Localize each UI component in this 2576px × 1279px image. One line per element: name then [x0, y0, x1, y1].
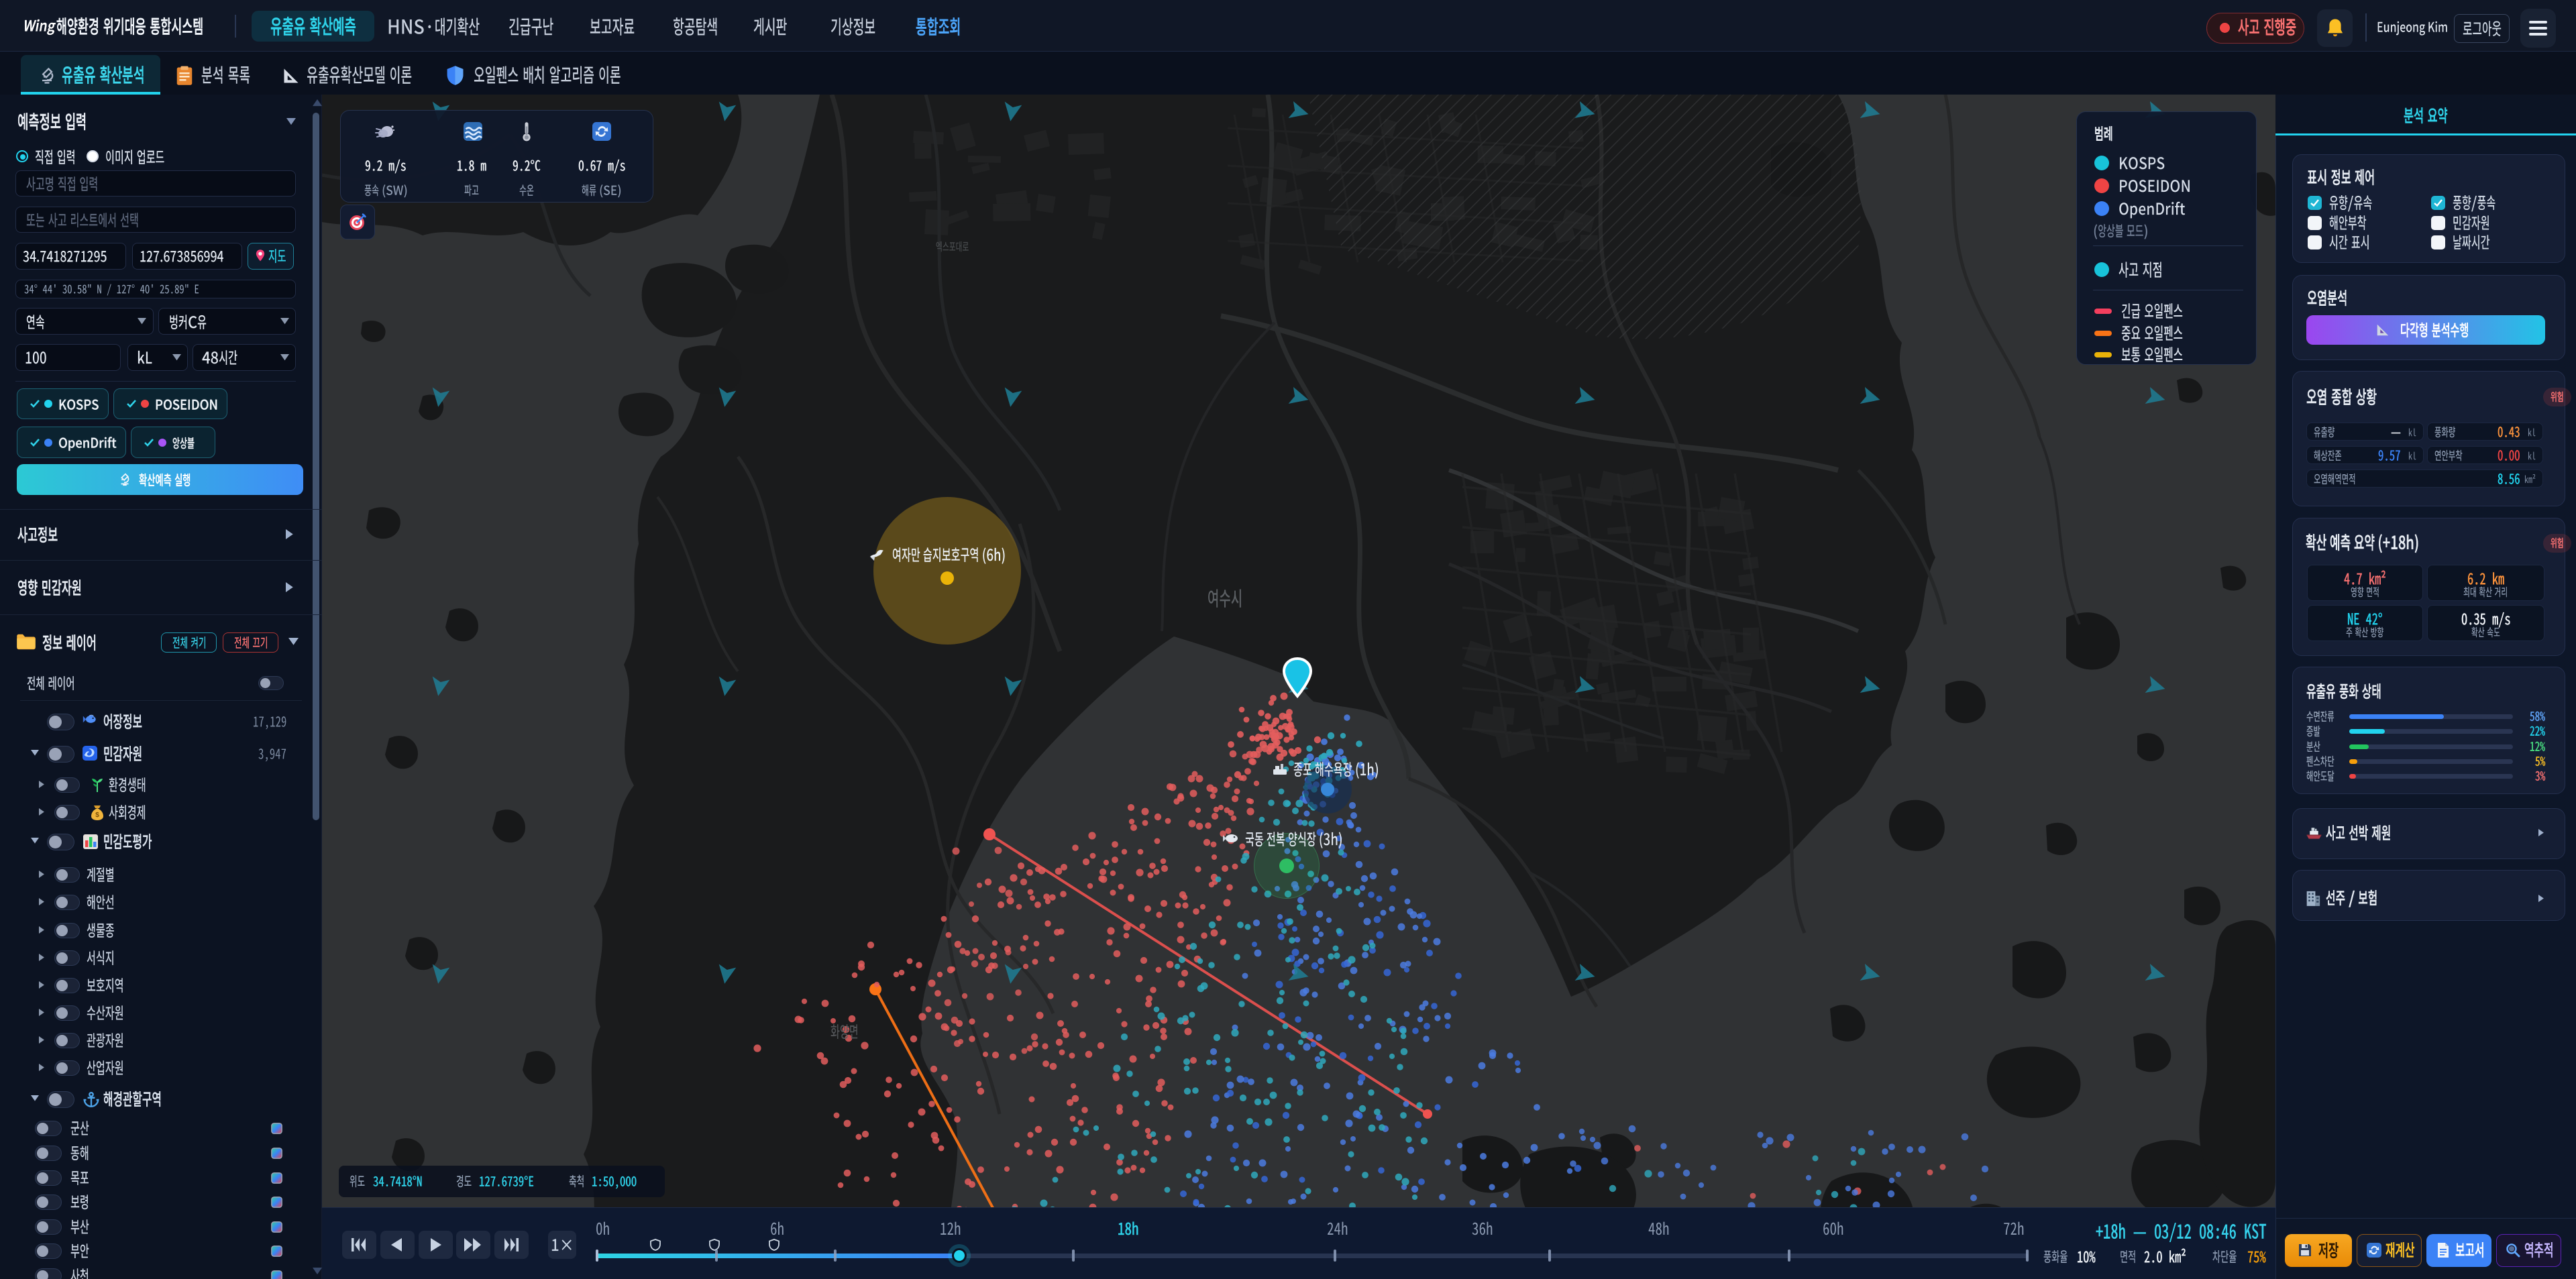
svg-text:$: $ [95, 812, 99, 819]
